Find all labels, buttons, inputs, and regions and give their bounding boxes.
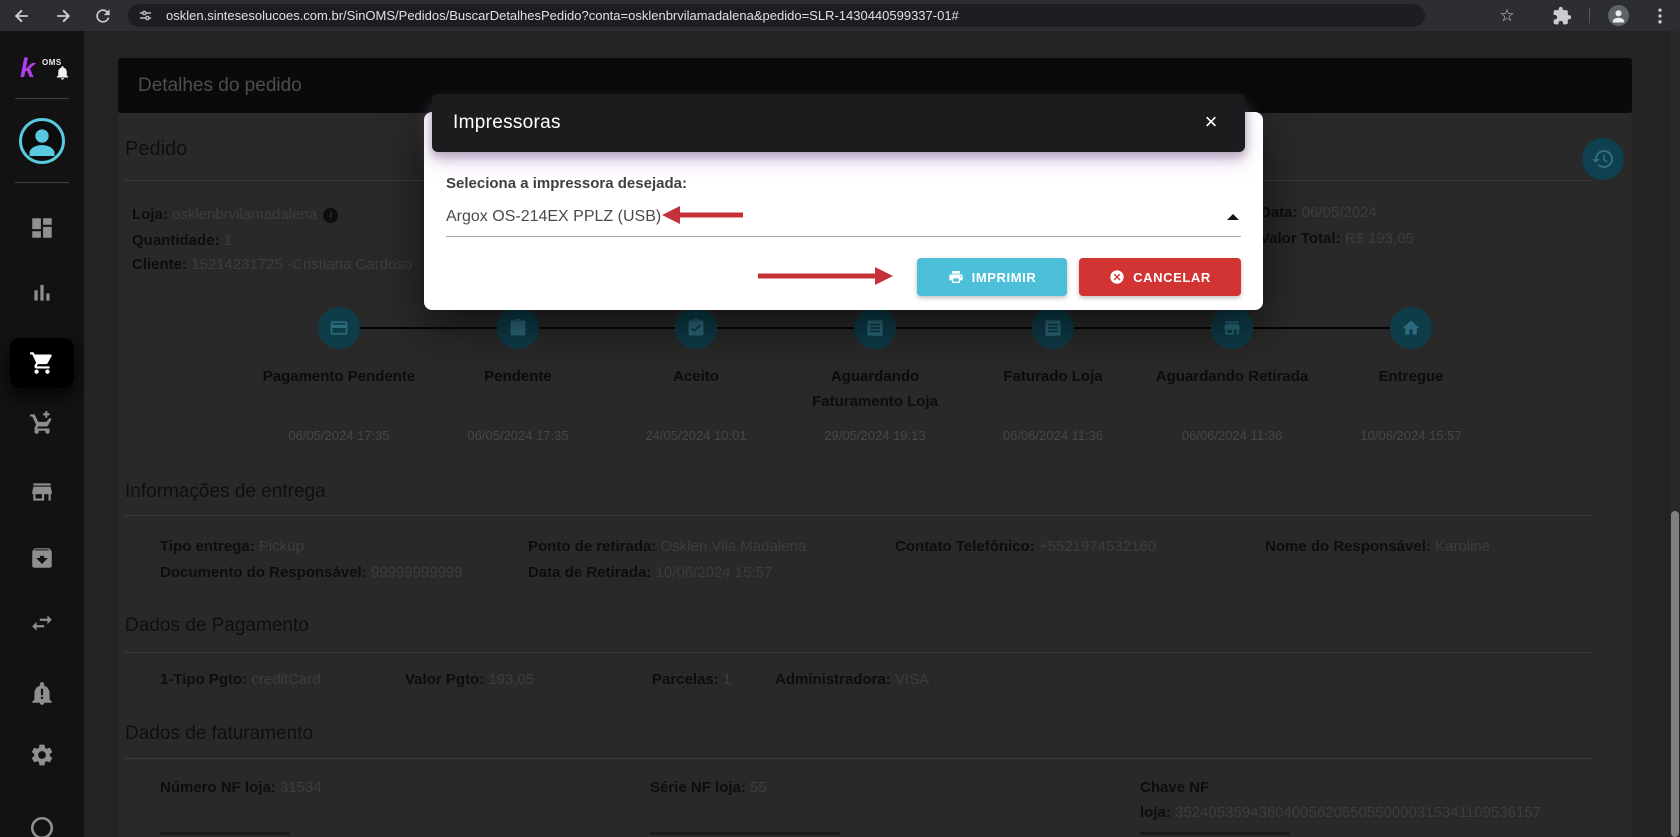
field-chave-nf-value: loja: 3524053594360400562055055000031534… bbox=[1140, 804, 1541, 821]
clipboard-check-icon bbox=[686, 318, 706, 338]
sidebar-divider bbox=[15, 98, 69, 99]
sidebar-item-orders-active[interactable] bbox=[10, 338, 74, 388]
field-documento-responsavel: Documento do Responsável: 99999999999 bbox=[160, 564, 463, 581]
info-icon[interactable]: i bbox=[323, 208, 338, 223]
sidebar-item-archive-icon[interactable] bbox=[29, 545, 55, 571]
field-data: Data: 06/05/2024 bbox=[1260, 204, 1377, 221]
extensions-icon[interactable] bbox=[1552, 6, 1572, 26]
field-quantidade: Quantidade: 1 bbox=[132, 232, 232, 249]
menu-kebab-icon[interactable] bbox=[1650, 6, 1670, 26]
timeline-step: Pendente 06/05/2024 17:35 bbox=[423, 307, 613, 457]
section-title-pedido: Pedido bbox=[125, 138, 187, 161]
sidebar-item-reports-icon[interactable] bbox=[29, 280, 55, 306]
divider bbox=[124, 515, 1592, 516]
printer-select[interactable]: Argox OS-214EX PPLZ (USB) bbox=[446, 208, 661, 226]
notifications-bell-icon[interactable] bbox=[54, 64, 71, 81]
receipt-icon bbox=[1043, 318, 1063, 338]
home-icon bbox=[1401, 318, 1421, 338]
timeline-step: Faturado Loja 06/06/2024 11:36 bbox=[958, 307, 1148, 457]
sidebar-divider bbox=[15, 182, 69, 183]
field-loja: Loja: osklenbrvilamadalenai bbox=[132, 206, 338, 223]
history-fab-button[interactable] bbox=[1582, 138, 1624, 180]
field-serie-nf: Série NF loja: 55 bbox=[650, 779, 767, 796]
sidebar-item-store-icon[interactable] bbox=[29, 479, 55, 505]
sidebar: k OMS bbox=[0, 31, 84, 837]
printer-select-label: Seleciona a impressora desejada: bbox=[446, 175, 687, 192]
profile-icon[interactable] bbox=[1608, 5, 1629, 26]
field-contato: Contato Telefônico: +5521974532160 bbox=[895, 538, 1156, 555]
url-bar[interactable]: osklen.sintesesolucoes.com.br/SinOMS/Ped… bbox=[128, 4, 1425, 27]
section-title-faturamento: Dados de faturamento bbox=[125, 723, 313, 745]
cancelar-button[interactable]: CANCELAR bbox=[1079, 258, 1241, 296]
cart-icon bbox=[29, 350, 55, 376]
dialog-title: Impressoras bbox=[453, 94, 561, 152]
sidebar-item-dashboard-icon[interactable] bbox=[29, 215, 55, 241]
timeline-step: Entregue 10/06/2024 15:57 bbox=[1316, 307, 1506, 457]
timeline-step: Pagamento Pendente 06/05/2024 17:35 bbox=[244, 307, 434, 457]
sidebar-item-transfers-icon[interactable] bbox=[29, 610, 55, 636]
sidebar-item-partial-icon[interactable] bbox=[29, 815, 55, 837]
select-underline bbox=[446, 236, 1241, 237]
divider bbox=[124, 652, 1592, 653]
field-parcelas: Parcelas: 1 bbox=[652, 671, 731, 688]
printer-icon bbox=[948, 269, 964, 285]
cancel-circle-icon bbox=[1109, 269, 1125, 285]
field-numero-nf: Número NF loja: 31534 bbox=[160, 779, 322, 796]
section-title-entrega: Informações de entrega bbox=[125, 481, 326, 503]
divider bbox=[124, 758, 1592, 759]
field-ponto-retirada: Ponto de retirada: Osklen Vila Madalena bbox=[528, 538, 806, 555]
field-cliente: Cliente: 15214231725 -Cristiana Cardoso bbox=[132, 256, 412, 273]
browser-toolbar: osklen.sintesesolucoes.com.br/SinOMS/Ped… bbox=[0, 0, 1680, 31]
sidebar-item-new-order-icon[interactable] bbox=[29, 410, 55, 436]
app-logo: k bbox=[20, 55, 35, 82]
clipped-row bbox=[1140, 832, 1290, 835]
field-chave-nf-label: Chave NF bbox=[1140, 779, 1209, 796]
caret-up-icon[interactable] bbox=[1227, 214, 1239, 220]
field-valor-total: Valor Total: R$ 193,05 bbox=[1260, 230, 1414, 247]
field-valor-pgto: Valor Pgto: 193,05 bbox=[405, 671, 534, 688]
receipt-icon bbox=[865, 318, 885, 338]
payment-icon bbox=[329, 318, 349, 338]
reload-icon[interactable] bbox=[93, 6, 113, 26]
url-text[interactable]: osklen.sintesesolucoes.com.br/SinOMS/Ped… bbox=[166, 4, 1411, 27]
section-title-pagamento: Dados de Pagamento bbox=[125, 615, 309, 637]
field-administradora: Administradora: VISA bbox=[775, 671, 929, 688]
printers-dialog-header: Impressoras × bbox=[432, 94, 1245, 152]
imprimir-button[interactable]: IMPRIMIR bbox=[917, 258, 1067, 296]
field-nome-responsavel: Nome do Responsável: Karoline bbox=[1265, 538, 1490, 555]
scrollbar-track[interactable] bbox=[1670, 31, 1680, 837]
field-tipo-pgto: 1-Tipo Pgto: creditCard bbox=[160, 671, 321, 688]
history-icon bbox=[1591, 147, 1615, 171]
sidebar-item-settings-gear-icon[interactable] bbox=[29, 742, 55, 768]
clipped-row bbox=[160, 832, 290, 835]
field-data-retirada: Data de Retirada: 10/06/2024 15:57 bbox=[528, 564, 772, 581]
back-icon[interactable] bbox=[12, 6, 32, 26]
timeline-step: Aceito 24/05/2024 10:01 bbox=[601, 307, 791, 457]
toolbar-divider bbox=[1589, 8, 1590, 23]
timeline-step: Aguardando Faturamento Loja 29/05/2024 1… bbox=[800, 307, 950, 457]
store-icon bbox=[1222, 318, 1242, 338]
field-tipo-entrega: Tipo entrega: Pickup bbox=[160, 538, 304, 555]
close-icon[interactable]: × bbox=[1197, 108, 1225, 136]
scrollbar-thumb[interactable] bbox=[1671, 511, 1679, 837]
bookmark-star-icon[interactable]: ☆ bbox=[1497, 6, 1517, 26]
screen: osklen.sintesesolucoes.com.br/SinOMS/Ped… bbox=[0, 0, 1680, 837]
clipped-row bbox=[650, 832, 840, 835]
sidebar-item-alerts-icon[interactable] bbox=[29, 680, 55, 706]
clipboard-icon bbox=[508, 318, 528, 338]
page-title: Detalhes do pedido bbox=[138, 58, 302, 113]
forward-icon[interactable] bbox=[53, 6, 73, 26]
timeline-step: Aguardando Retirada 06/06/2024 11:36 bbox=[1137, 307, 1327, 457]
user-avatar[interactable] bbox=[19, 118, 65, 164]
site-settings-icon[interactable] bbox=[138, 8, 153, 23]
